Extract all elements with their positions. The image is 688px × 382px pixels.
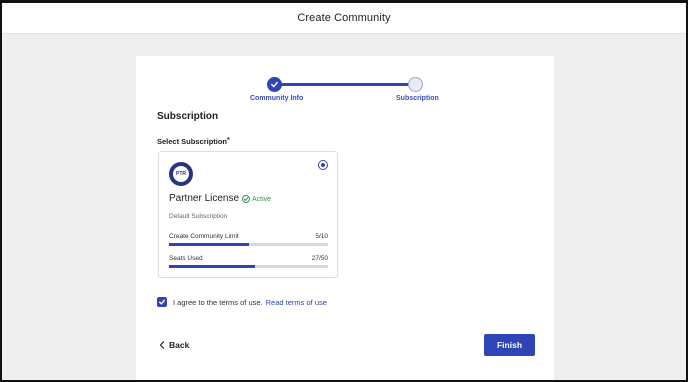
step-label-community-info: Community Info: [250, 95, 304, 102]
app-frame: Create Community Community Info Subscrip…: [0, 0, 688, 382]
license-name: Partner License: [169, 193, 240, 204]
progress-bar-seats-used: [169, 265, 328, 268]
step-community-info-indicator[interactable]: [267, 77, 282, 92]
check-icon: [271, 81, 278, 88]
wizard-card: Community Info Subscription Subscription…: [136, 56, 554, 380]
metric-value: 5/10: [315, 233, 328, 240]
page-title: Create Community: [297, 12, 391, 24]
subscription-option-card[interactable]: PTR Partner License Active Default Subsc…: [158, 151, 338, 278]
metric-value: 27/50: [311, 255, 328, 262]
check-circle-icon: [242, 195, 250, 203]
step-subscription-indicator[interactable]: [408, 77, 423, 92]
subscription-radio[interactable]: [318, 160, 328, 170]
progress-fill: [169, 265, 255, 268]
status-text: Active: [252, 195, 272, 203]
stepper-connector: [274, 83, 416, 86]
metric-label: Create Community Limit: [169, 233, 239, 240]
metric-label: Seats Used: [169, 255, 203, 262]
check-icon: [158, 299, 166, 305]
terms-checkbox[interactable]: [157, 297, 167, 307]
required-mark: *: [227, 137, 230, 144]
top-bar: Create Community: [2, 3, 686, 34]
finish-label: Finish: [496, 340, 523, 350]
subscription-description: Default Subscription: [169, 213, 228, 220]
terms-row: I agree to the terms of use. Read terms …: [157, 297, 327, 307]
terms-text: I agree to the terms of use.: [173, 297, 263, 307]
partner-logo: PTR: [169, 162, 193, 186]
read-terms-link[interactable]: Read terms of use: [266, 298, 327, 307]
progress-fill: [169, 243, 249, 246]
chevron-left-icon: [159, 341, 165, 349]
metric-row-community-limit: Create Community Limit 5/10: [169, 233, 328, 240]
section-title: Subscription: [157, 111, 219, 122]
logo-text: PTR: [173, 166, 189, 182]
progress-bar-community-limit: [169, 243, 328, 246]
finish-button[interactable]: Finish: [484, 334, 535, 356]
status-badge: Active: [242, 195, 271, 203]
back-button[interactable]: Back: [159, 340, 189, 350]
radio-selected-dot: [321, 163, 325, 167]
step-label-subscription: Subscription: [396, 95, 439, 102]
metric-row-seats-used: Seats Used 27/50: [169, 255, 328, 262]
back-label: Back: [169, 340, 190, 350]
select-subscription-text: Select Subscription: [157, 137, 228, 146]
select-subscription-label: Select Subscription*: [157, 137, 230, 146]
